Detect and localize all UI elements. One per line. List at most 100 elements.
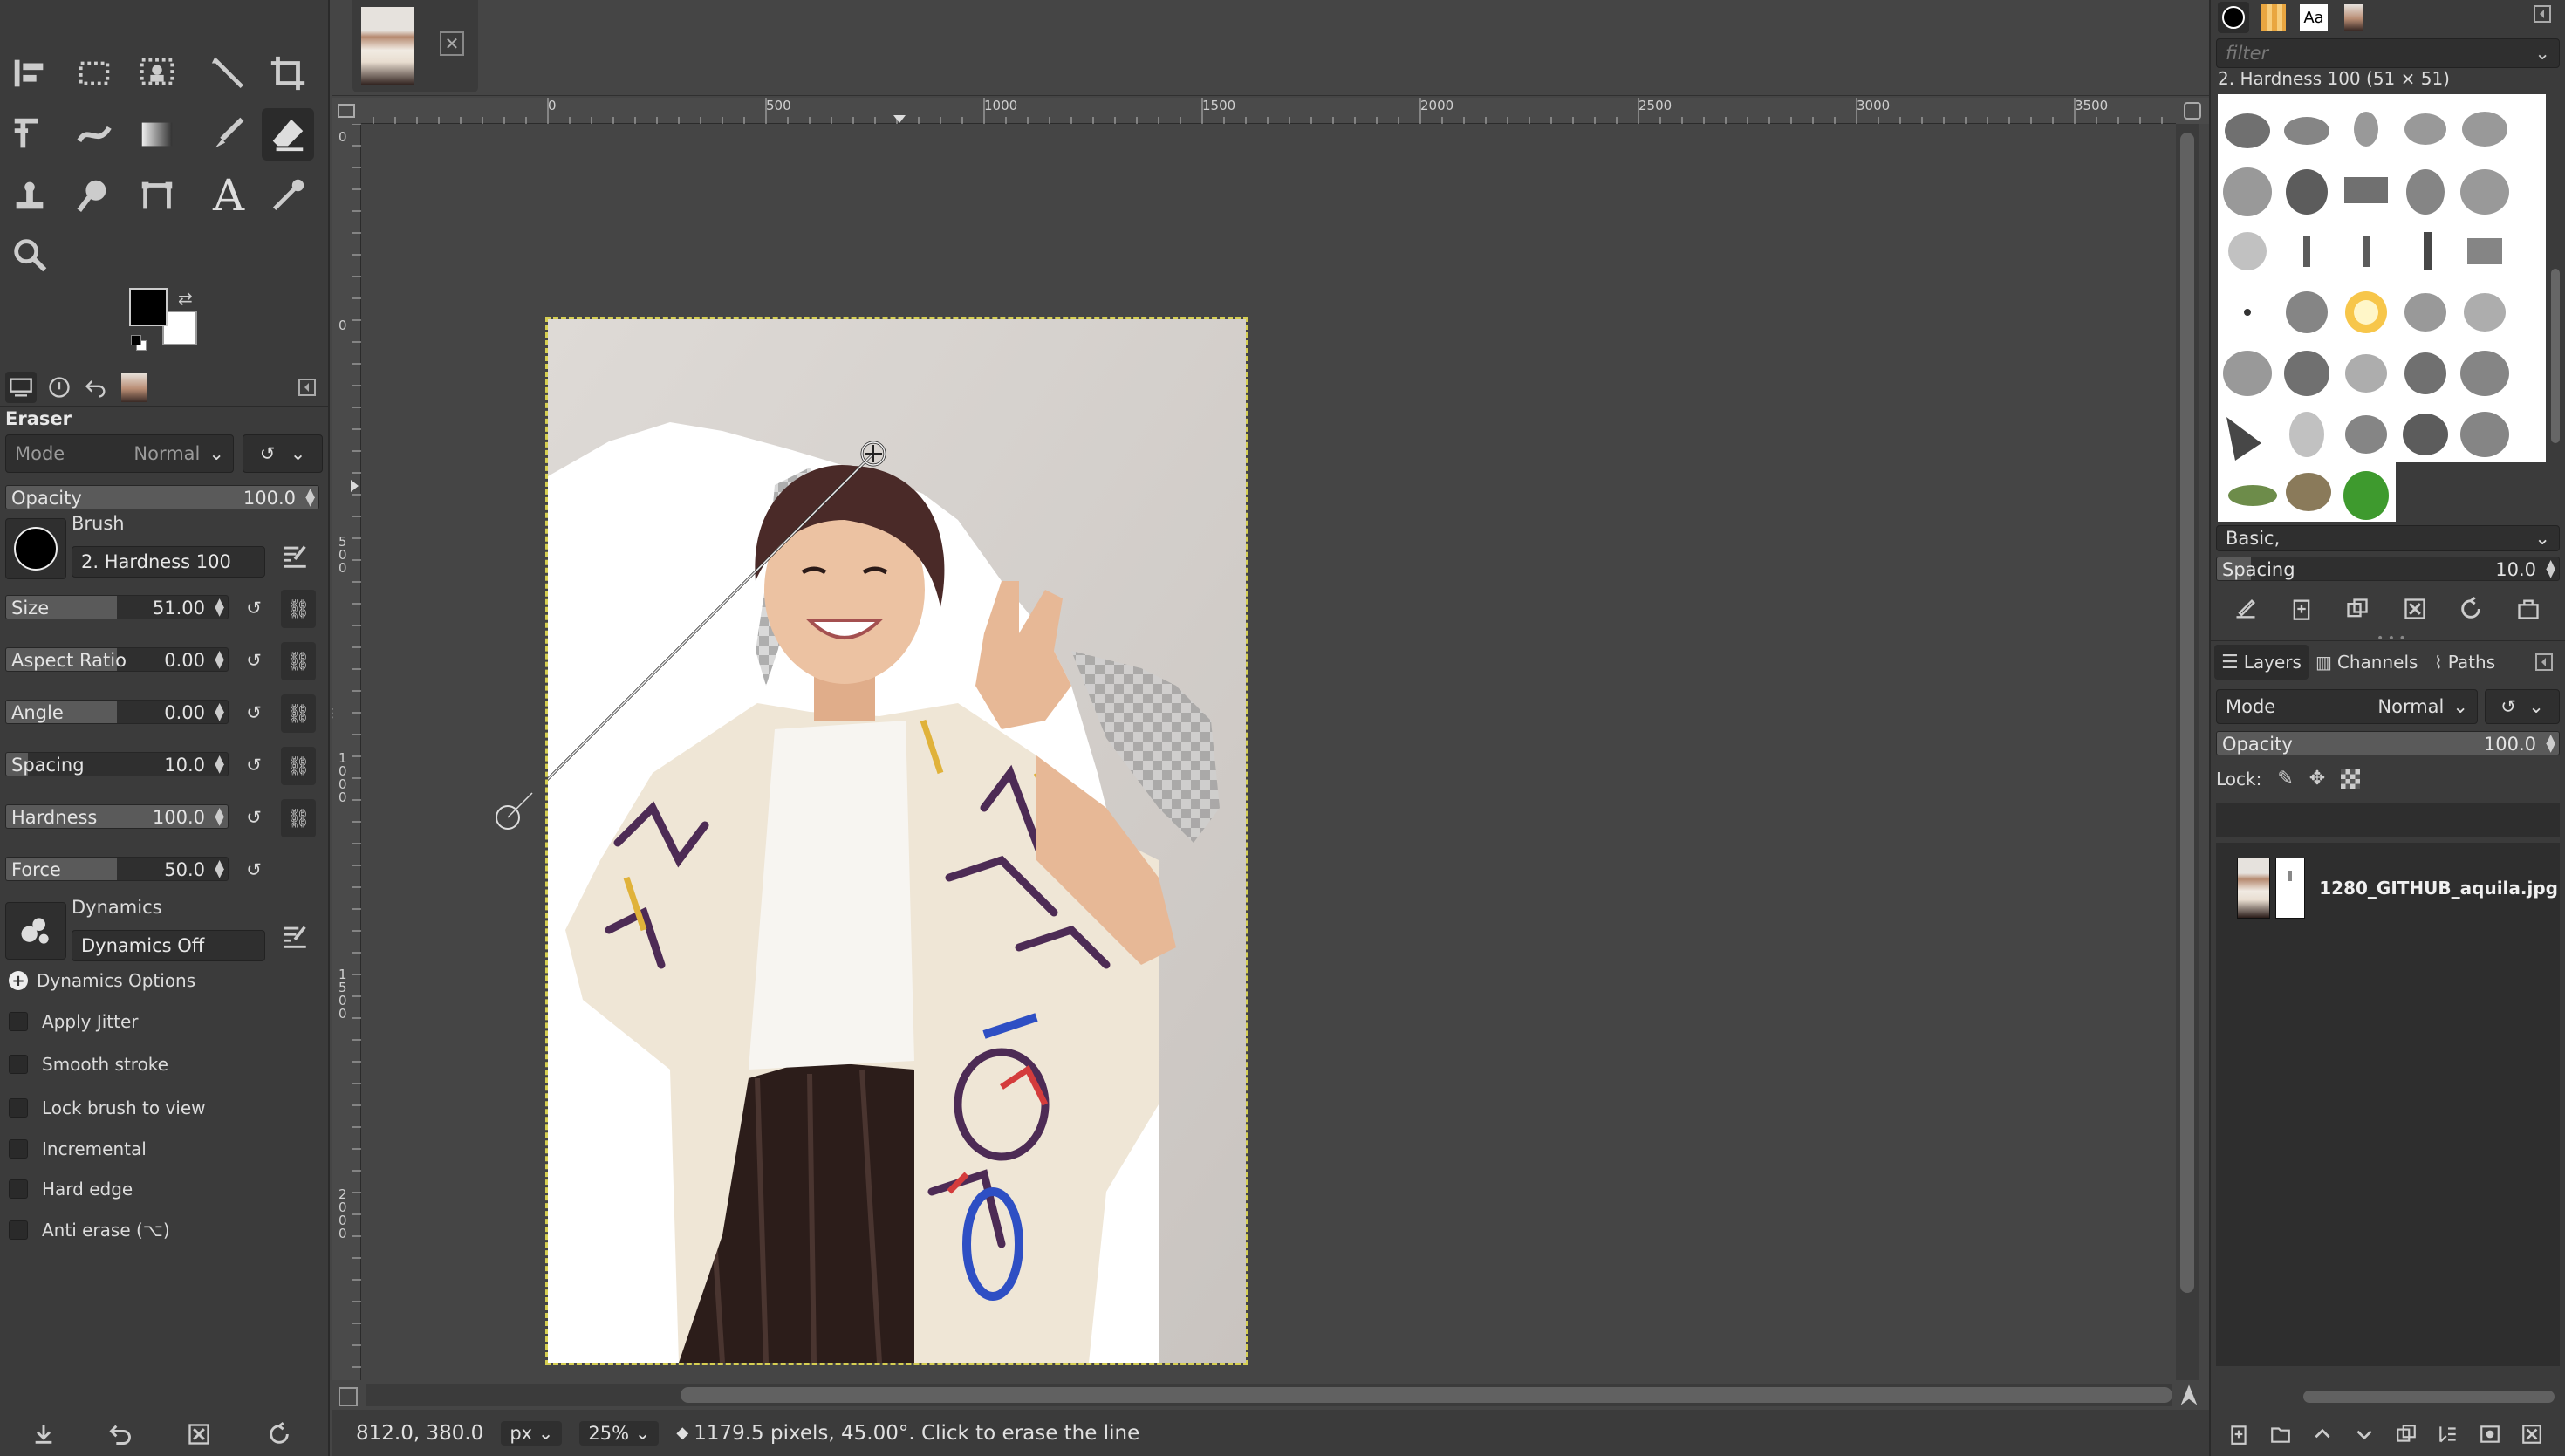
fuzzy-select-icon[interactable] [202,47,255,99]
opacity-slider[interactable]: Opacity 100.0 ▲ ▼ [5,485,319,509]
dynamics-name-field[interactable]: Dynamics Off [72,930,265,961]
force-reset-icon[interactable]: ↺ [241,857,267,883]
paintbrush-tool-icon[interactable] [202,108,255,161]
merge-layer-icon[interactable] [2432,1418,2464,1450]
hard-edge-checkbox[interactable] [9,1179,28,1199]
refresh-brushes-icon[interactable] [2455,593,2486,625]
brush-preview-button[interactable] [5,518,66,579]
aspect-ratio-reset-icon[interactable]: ↺ [241,647,267,673]
image-tab[interactable]: ✕ [352,0,478,92]
swap-colors-icon[interactable]: ⇄ [178,288,193,309]
restore-options-icon[interactable] [105,1418,136,1450]
zoom-tool-icon[interactable] [3,229,56,281]
hardness-link-icon[interactable]: ⛓ [281,799,316,837]
duplicate-brush-icon[interactable] [2342,593,2373,625]
mode-combo[interactable]: Mode Normal ⌄ [5,434,234,473]
apply-jitter-option[interactable]: Apply Jitter [9,1011,139,1032]
fonts-tab-icon[interactable]: Aa [2298,2,2329,33]
canvas-image[interactable] [545,317,1248,1365]
incremental-option[interactable]: Incremental [9,1138,147,1159]
tool-options-tab-icon[interactable] [5,372,37,403]
vertical-scrollbar[interactable] [2176,124,2199,1380]
angle-slider[interactable]: Angle 0.00 ▲ ▼ [5,700,229,724]
brush-name-field[interactable]: 2. Hardness 100 [72,546,265,578]
smudge-tool-icon[interactable] [68,169,120,222]
aspect-ratio-link-icon[interactable]: ⛓ [281,642,316,680]
open-as-image-icon[interactable] [2513,593,2544,625]
dock-resize-handle[interactable]: ⋮ [326,707,339,733]
layers-scrollbar-thumb[interactable] [2303,1391,2555,1403]
smooth-stroke-checkbox[interactable] [9,1055,28,1074]
reset-options-icon[interactable] [263,1418,295,1450]
aspect-ratio-slider[interactable]: Aspect Ratio 0.00 ▲ ▼ [5,647,229,672]
undo-history-tab-icon[interactable] [80,372,112,403]
navigate-button[interactable] [2176,1382,2202,1408]
brush-grid-scrollbar-thumb[interactable] [2551,269,2560,443]
lock-brush-checkbox[interactable] [9,1098,28,1118]
edit-dynamics-icon[interactable] [276,918,314,956]
spacing-link-icon[interactable]: ⛓ [281,747,316,785]
dock-menu-icon[interactable] [291,372,323,403]
mode-reset-button[interactable]: ↺ ⌄ [243,434,323,473]
foreground-color-swatch[interactable] [129,288,168,326]
gradient-tool-icon[interactable] [131,108,183,161]
delete-layer-icon[interactable] [2516,1418,2548,1450]
crop-tool-icon[interactable] [262,47,314,99]
lock-alpha-icon[interactable] [2341,769,2361,789]
eraser-tool-icon[interactable] [262,108,314,161]
hardness-slider[interactable]: Hardness 100.0 ▲ ▼ [5,804,229,829]
text-tool-icon[interactable]: A [202,169,255,222]
brush-spacing-slider[interactable]: Spacing 10.0 ▲ ▼ [2216,557,2560,581]
size-slider[interactable]: Size 51.00 ▲ ▼ [5,595,229,619]
new-brush-icon[interactable] [2286,593,2317,625]
save-options-icon[interactable] [28,1418,59,1450]
layers-scrollbar[interactable] [2216,1387,2558,1406]
quick-mask-toggle-icon[interactable] [339,1387,358,1406]
size-link-icon[interactable]: ⛓ [281,590,316,628]
images-tab-icon[interactable] [119,372,150,403]
layer-mode-select[interactable]: Mode Normal ⌄ [2216,689,2478,724]
smooth-stroke-option[interactable]: Smooth stroke [9,1054,168,1075]
duplicate-layer-icon[interactable] [2391,1418,2422,1450]
tab-paths[interactable]: ⌇ Paths [2429,645,2500,680]
dock-menu-icon[interactable] [2535,653,2553,675]
rect-select-icon[interactable] [68,47,120,99]
dynamics-preview-button[interactable] [5,902,66,960]
warp-tool-icon[interactable] [68,108,120,161]
new-layer-group-icon[interactable] [2265,1418,2296,1450]
size-reset-icon[interactable]: ↺ [241,595,267,621]
apply-jitter-checkbox[interactable] [9,1012,28,1031]
patterns-tab-icon[interactable] [2258,2,2289,33]
layer-opacity-slider[interactable]: Opacity 100.0 ▲ ▼ [2216,731,2560,755]
clone-tool-icon[interactable] [3,169,56,222]
delete-options-icon[interactable] [183,1418,215,1450]
lower-layer-icon[interactable] [2349,1418,2380,1450]
layer-mode-reset-button[interactable]: ↺ ⌄ [2485,689,2560,724]
hard-edge-option[interactable]: Hard edge [9,1179,133,1200]
transform-tool-icon[interactable] [3,108,56,161]
brush-preset-select[interactable]: Basic, ⌄ [2216,525,2560,551]
paths-tool-icon[interactable] [131,169,183,222]
default-colors-icon[interactable] [131,335,148,352]
zoom-to-fit-button[interactable] [2176,98,2209,124]
lock-position-icon[interactable]: ✥ [2309,768,2325,790]
edit-brush-icon[interactable] [276,537,314,576]
lock-pixels-icon[interactable]: ✎ [2277,768,2293,790]
unit-select[interactable]: px ⌄ [501,1420,563,1446]
quick-mask-corner[interactable] [332,98,361,124]
color-picker-icon[interactable] [262,169,314,222]
incremental-checkbox[interactable] [9,1139,28,1159]
dynamics-options-expander[interactable]: + Dynamics Options [9,970,195,991]
layer-mask-icon[interactable] [2474,1418,2506,1450]
anti-erase-checkbox[interactable] [9,1220,28,1240]
close-icon[interactable]: ✕ [440,31,464,56]
horizontal-scrollbar[interactable] [366,1384,2172,1406]
device-status-tab-icon[interactable] [44,372,75,403]
vertical-scrollbar-thumb[interactable] [2180,133,2194,1293]
document-history-tab-icon[interactable] [2338,2,2370,33]
tab-channels[interactable]: ▥ Channels [2310,645,2423,680]
angle-link-icon[interactable]: ⛓ [281,694,316,733]
horizontal-scrollbar-thumb[interactable] [681,1387,2172,1403]
force-slider[interactable]: Force 50.0 ▲ ▼ [5,857,229,881]
delete-brush-icon[interactable] [2399,593,2431,625]
